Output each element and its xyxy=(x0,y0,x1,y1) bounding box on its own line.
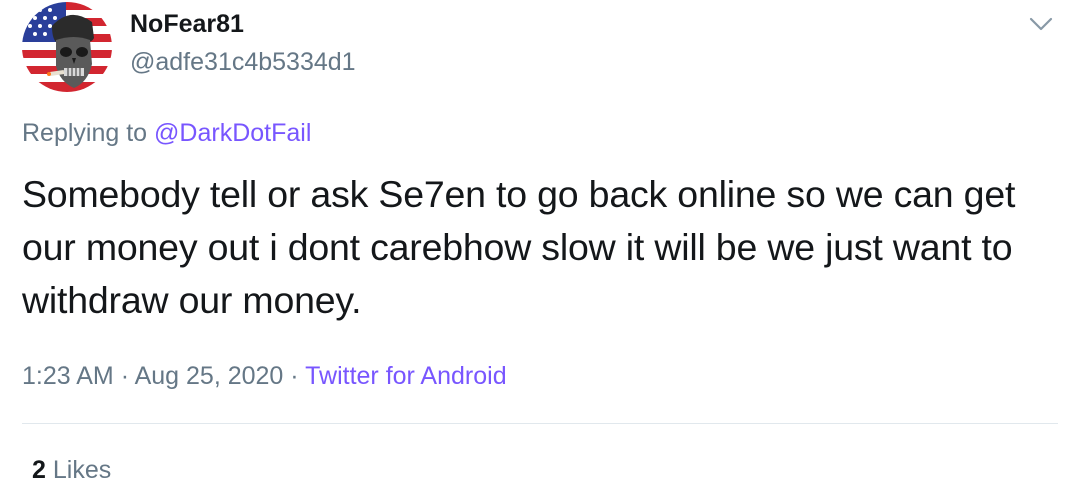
tweet-time[interactable]: 1:23 AM xyxy=(22,362,114,390)
chevron-down-icon[interactable] xyxy=(1026,12,1056,36)
replying-to-label: Replying to xyxy=(22,119,148,147)
tweet-source-link[interactable]: Twitter for Android xyxy=(305,362,506,390)
tweet-date[interactable]: Aug 25, 2020 xyxy=(135,362,284,390)
avatar[interactable] xyxy=(22,2,112,92)
meta-separator-2: · xyxy=(290,362,299,390)
likes-stat[interactable]: 2 Likes xyxy=(32,456,111,485)
replying-to: Replying to @DarkDotFail xyxy=(22,119,311,148)
meta-separator: · xyxy=(120,362,130,390)
reply-mention-link[interactable]: @DarkDotFail xyxy=(154,119,311,147)
likes-count: 2 xyxy=(32,456,46,484)
divider xyxy=(22,423,1058,424)
tweet-meta: 1:23 AM · Aug 25, 2020 · Twitter for And… xyxy=(22,362,507,391)
tweet-text: Somebody tell or ask Se7en to go back on… xyxy=(22,173,1016,321)
flag-skull-avatar-icon xyxy=(22,2,112,92)
tweet-card: NoFear81 @adfe31c4b5334d1 Replying to @D… xyxy=(0,0,1080,486)
author-handle[interactable]: @adfe31c4b5334d1 xyxy=(130,48,356,77)
likes-label: Likes xyxy=(52,456,112,484)
author-display-name[interactable]: NoFear81 xyxy=(130,10,244,39)
